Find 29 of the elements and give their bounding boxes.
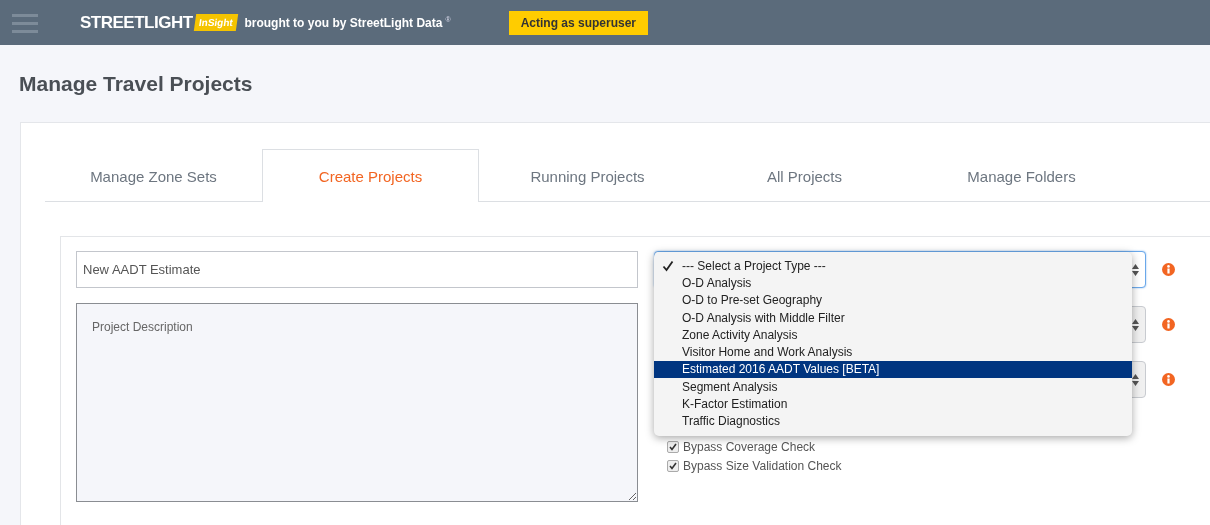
checkbox-label: Bypass Coverage Check <box>683 439 816 454</box>
tab[interactable]: Manage Zone Sets <box>45 149 262 202</box>
dropdown-option[interactable]: Segment Analysis <box>654 378 1132 396</box>
dropdown-option[interactable]: --- Select a Project Type --- <box>654 257 1132 275</box>
dropdown-option[interactable]: O-D Analysis with Middle Filter <box>654 308 1132 327</box>
dropdown-option[interactable]: Estimated 2016 AADT Values [BETA] <box>654 360 1132 379</box>
description-field[interactable]: Project Description <box>76 303 638 502</box>
tagline: brought to you by StreetLight Data <box>244 15 443 30</box>
tab[interactable]: Running Projects <box>479 149 696 202</box>
dropdown-option[interactable]: K-Factor Estimation <box>654 395 1132 413</box>
info-icon[interactable] <box>1162 318 1175 331</box>
dropdown-option[interactable]: Visitor Home and Work Analysis <box>654 343 1132 361</box>
logo-badge: InSight <box>193 14 238 31</box>
logo-text: STREETLIGHT <box>80 12 193 33</box>
dropdown-option[interactable]: Traffic Diagnostics <box>654 412 1132 430</box>
tab[interactable]: Manage Folders <box>913 149 1130 202</box>
tab[interactable]: All Projects <box>696 149 913 202</box>
dropdown-option[interactable]: O-D Analysis <box>654 274 1132 292</box>
info-icon[interactable] <box>1162 263 1175 276</box>
checkbox[interactable] <box>667 440 679 453</box>
superuser-badge: Acting as superuser <box>508 10 648 35</box>
info-icon[interactable] <box>1162 373 1175 386</box>
dropdown-option[interactable]: Zone Activity Analysis <box>654 326 1132 344</box>
page-title: Manage Travel Projects <box>19 71 253 96</box>
menu-icon[interactable] <box>12 12 38 33</box>
project-name-field[interactable]: New AADT Estimate <box>76 251 638 288</box>
dropdown-option[interactable]: O-D to Pre-set Geography <box>654 291 1132 309</box>
checkbox[interactable] <box>667 459 679 472</box>
checkbox-label: Bypass Size Validation Check <box>683 458 842 473</box>
